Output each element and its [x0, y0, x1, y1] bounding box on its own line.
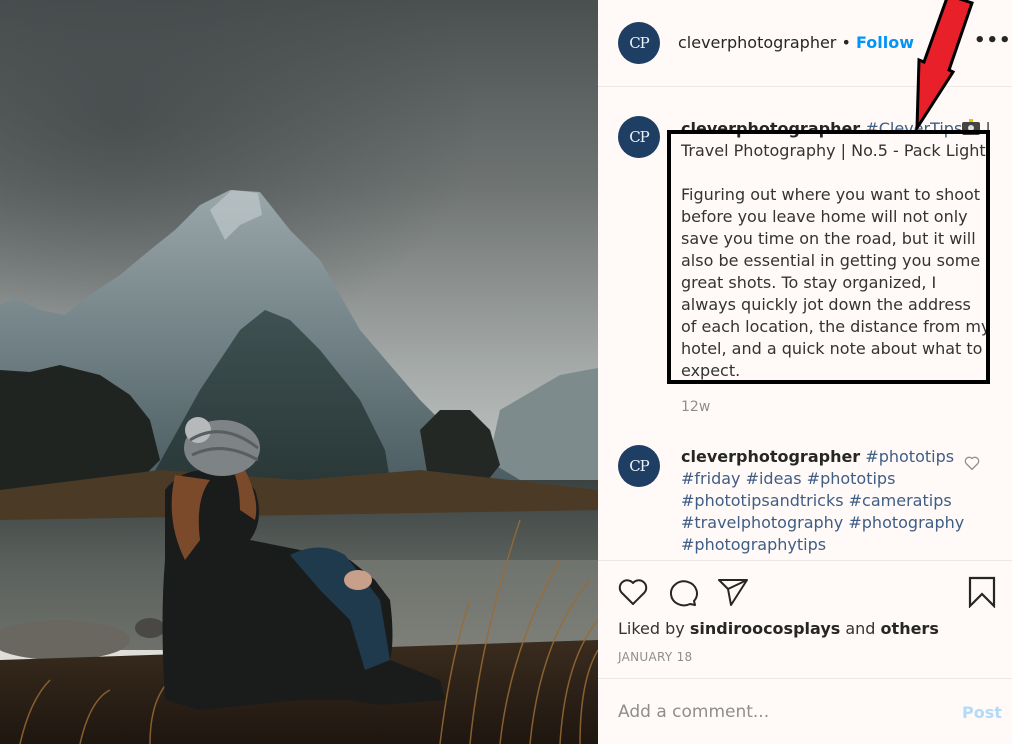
header-author-line: cleverphotographer • Follow — [678, 33, 914, 52]
separator-dot: • — [841, 33, 851, 52]
heart-icon[interactable] — [618, 578, 648, 606]
photo-mountain-lake-woman — [0, 0, 598, 744]
bookmark-icon[interactable] — [968, 576, 996, 608]
divider — [598, 560, 1012, 561]
caption-author-avatar[interactable]: CP — [618, 116, 660, 158]
author-username[interactable]: cleverphotographer — [678, 33, 836, 52]
add-comment-input[interactable] — [618, 702, 918, 722]
send-icon[interactable] — [717, 578, 749, 606]
divider — [598, 678, 1012, 679]
liked-by-others[interactable]: others — [881, 619, 939, 638]
more-horizontal-icon[interactable]: ••• — [974, 30, 1012, 51]
caption-age[interactable]: 12w — [681, 399, 710, 415]
comment-text: cleverphotographer #phototips #friday #i… — [681, 446, 971, 556]
follow-button[interactable]: Follow — [856, 33, 914, 52]
comment-like-heart-icon[interactable] — [964, 456, 980, 470]
author-avatar[interactable]: CP — [618, 22, 660, 64]
post-date[interactable]: JANUARY 18 — [618, 650, 693, 664]
liked-by-user[interactable]: sindiroocosplays — [690, 619, 840, 638]
likes-summary: Liked by sindiroocosplays and others — [618, 619, 939, 638]
post-comment-button[interactable]: Post — [962, 703, 1002, 722]
highlight-box-annotation — [667, 130, 990, 384]
comment-icon[interactable] — [667, 577, 699, 607]
comment-author-avatar[interactable]: CP — [618, 445, 660, 487]
comment-author[interactable]: cleverphotographer — [681, 447, 860, 466]
post-photo[interactable] — [0, 0, 598, 744]
post-header: CP cleverphotographer • Follow ••• — [598, 0, 1012, 87]
